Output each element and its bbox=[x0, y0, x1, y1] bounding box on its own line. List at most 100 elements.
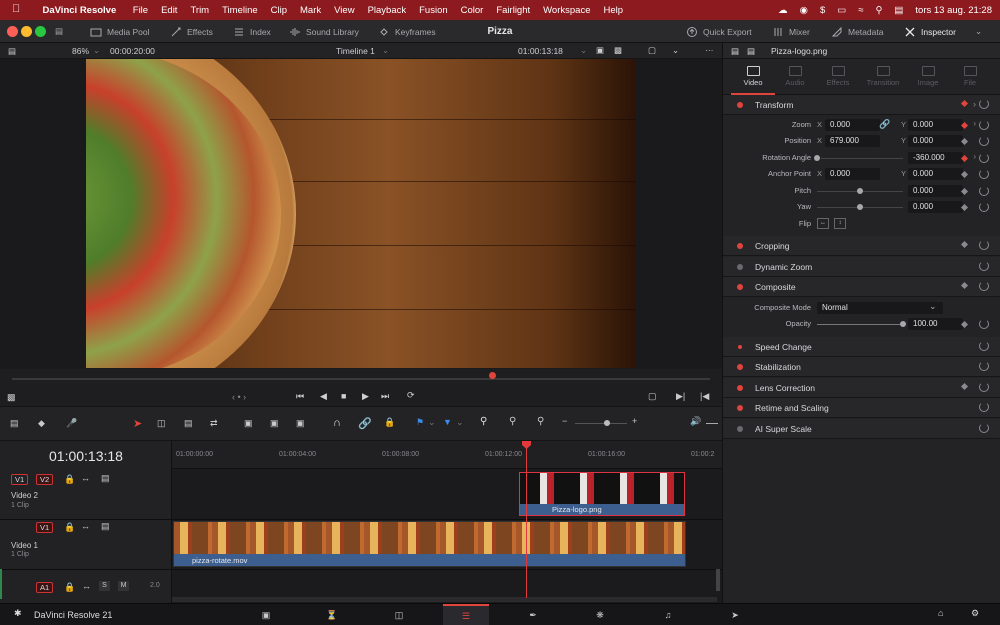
track-destination[interactable]: V2 bbox=[36, 474, 54, 485]
section-enable-toggle[interactable] bbox=[737, 243, 743, 249]
page-fairlight[interactable]: ♫ bbox=[645, 604, 691, 625]
scrub-playhead[interactable] bbox=[489, 372, 496, 379]
reset-icon[interactable] bbox=[979, 261, 989, 271]
page-edit[interactable]: ☰ bbox=[443, 604, 489, 625]
reset-icon[interactable] bbox=[979, 341, 989, 351]
keyframe-diamond-icon[interactable] bbox=[960, 240, 969, 249]
expand-chevron-icon[interactable]: › bbox=[973, 119, 976, 128]
zoom-x-field[interactable]: 0.000 bbox=[825, 119, 880, 131]
composite-mode-select[interactable]: Normal bbox=[817, 302, 943, 314]
selection-tool-icon[interactable]: ➤ bbox=[133, 417, 142, 430]
lens-correction-section[interactable]: Lens Correction bbox=[723, 378, 1000, 398]
battery-icon[interactable]: ▭ bbox=[837, 5, 846, 16]
mixer-button[interactable]: Mixer bbox=[772, 20, 810, 43]
solo-button[interactable]: S bbox=[99, 581, 110, 591]
close-window-button[interactable] bbox=[7, 26, 18, 37]
section-enable-toggle[interactable] bbox=[737, 264, 743, 270]
speed-change-section[interactable]: Speed Change bbox=[723, 337, 1000, 357]
section-enable-toggle[interactable] bbox=[737, 426, 743, 432]
auto-select-icon[interactable]: ↔ bbox=[81, 521, 90, 531]
anchor-x-field[interactable]: 0.000 bbox=[825, 168, 880, 180]
position-x-field[interactable]: 679.000 bbox=[825, 135, 880, 147]
timeline-zoom-slider[interactable] bbox=[575, 423, 627, 424]
transform-enable-toggle[interactable] bbox=[737, 102, 743, 108]
audio-track-icon[interactable]: ◆ bbox=[38, 418, 45, 429]
rotation-slider-knob[interactable] bbox=[814, 155, 820, 161]
opacity-slider-knob[interactable] bbox=[900, 321, 906, 327]
timeline-vscroll[interactable] bbox=[716, 569, 720, 591]
reset-icon[interactable] bbox=[979, 99, 989, 109]
marker-icon[interactable]: ▼ bbox=[443, 417, 452, 427]
menu-edit[interactable]: Edit bbox=[155, 5, 184, 16]
page-cut-bin[interactable]: ◫ bbox=[376, 604, 422, 625]
overwrite-clip-icon[interactable]: ▣ bbox=[270, 418, 279, 429]
reset-icon[interactable] bbox=[979, 382, 989, 392]
rotation-slider[interactable] bbox=[821, 158, 903, 159]
section-enable-toggle[interactable] bbox=[737, 385, 743, 391]
stop-icon[interactable]: ■ bbox=[341, 391, 346, 401]
menu-clip[interactable]: Clip bbox=[264, 5, 293, 16]
anchor-y-field[interactable]: 0.000 bbox=[908, 168, 963, 180]
tab-effects[interactable]: Effects bbox=[816, 59, 860, 95]
track-lock-icon[interactable]: 🔒 bbox=[64, 474, 75, 485]
microphone-icon[interactable]: 🎤 bbox=[66, 418, 77, 429]
section-enable-toggle[interactable] bbox=[737, 284, 743, 290]
opacity-slider[interactable] bbox=[817, 324, 903, 325]
timeline-zoom-knob[interactable] bbox=[604, 420, 610, 426]
zoom-dropdown-icon[interactable]: ⌄ bbox=[93, 45, 100, 56]
layout-icon[interactable]: ▤ bbox=[10, 418, 19, 429]
home-icon[interactable]: ⌂ bbox=[938, 608, 943, 618]
play-icon[interactable]: ▶ bbox=[362, 391, 369, 402]
dynamic-zoom-section[interactable]: Dynamic Zoom bbox=[723, 257, 1000, 277]
tab-video[interactable]: Video bbox=[731, 59, 775, 95]
yaw-field[interactable]: 0.000 bbox=[908, 201, 963, 213]
link-icon[interactable]: 🔗 bbox=[879, 119, 890, 130]
timeline-ruler[interactable]: 01:00:00:00 01:00:04:00 01:00:08:00 01:0… bbox=[172, 441, 722, 469]
tab-transition[interactable]: Transition bbox=[861, 59, 905, 95]
reset-icon[interactable] bbox=[979, 202, 989, 212]
retime-scaling-section[interactable]: Retime and Scaling bbox=[723, 398, 1000, 418]
cloud-icon[interactable]: ☁ bbox=[778, 5, 788, 16]
viewer-more-icon[interactable]: ⌄ bbox=[672, 45, 679, 56]
expand-chevron-icon[interactable]: › bbox=[973, 152, 976, 161]
ai-super-scale-section[interactable]: AI Super Scale bbox=[723, 419, 1000, 439]
yaw-slider-knob[interactable] bbox=[857, 204, 863, 210]
zoom-full-icon[interactable]: ⚲ bbox=[480, 416, 487, 427]
reset-icon[interactable] bbox=[979, 281, 989, 291]
blade-tool-icon[interactable]: ▤ bbox=[184, 418, 193, 429]
reset-icon[interactable] bbox=[979, 186, 989, 196]
keyframe-diamond-icon[interactable] bbox=[960, 382, 969, 391]
cropping-section[interactable]: Cropping bbox=[723, 236, 1000, 256]
timeline-name[interactable]: Timeline 1 bbox=[336, 46, 375, 56]
inspector-mode-icon[interactable]: ▤ bbox=[747, 43, 755, 59]
zoom-in-icon[interactable]: + bbox=[632, 416, 637, 426]
timeline-dropdown-icon[interactable]: ⌄ bbox=[382, 45, 389, 56]
reset-icon[interactable] bbox=[979, 402, 989, 412]
go-to-end-icon[interactable]: ⏭ bbox=[381, 391, 389, 402]
wifi-icon[interactable]: ≈ bbox=[858, 5, 863, 16]
viewer-layout-icon[interactable]: ▤ bbox=[8, 46, 16, 57]
reset-icon[interactable] bbox=[979, 136, 989, 146]
go-to-start-icon[interactable]: ⏮ bbox=[296, 391, 304, 402]
track-video-icon[interactable]: ▤ bbox=[101, 473, 110, 484]
mute-button[interactable]: M bbox=[118, 581, 129, 591]
viewer-options-icon[interactable]: ▩ bbox=[7, 392, 16, 403]
volume-slider[interactable] bbox=[706, 423, 718, 424]
reset-icon[interactable] bbox=[979, 361, 989, 371]
menu-mark[interactable]: Mark bbox=[294, 5, 328, 16]
reset-icon[interactable] bbox=[979, 319, 989, 329]
pitch-slider-knob[interactable] bbox=[857, 188, 863, 194]
page-media[interactable]: ▣ bbox=[243, 604, 289, 625]
pitch-field[interactable]: 0.000 bbox=[908, 185, 963, 197]
menu-fusion[interactable]: Fusion bbox=[413, 5, 455, 16]
control-center-icon[interactable]: ▤ bbox=[894, 5, 903, 16]
reverse-play-icon[interactable]: ◀ bbox=[320, 391, 327, 402]
menu-playback[interactable]: Playback bbox=[361, 5, 413, 16]
track-source-patch[interactable]: V1 bbox=[11, 474, 29, 485]
jog-icon[interactable]: ‹ • › bbox=[232, 392, 246, 402]
menu-view[interactable]: View bbox=[328, 5, 361, 16]
flag-icon[interactable]: ⚑ bbox=[416, 417, 424, 428]
match-frame-icon[interactable]: ▢ bbox=[648, 391, 657, 402]
auto-select-icon[interactable]: ↔ bbox=[82, 581, 91, 591]
viewer[interactable] bbox=[0, 59, 722, 369]
